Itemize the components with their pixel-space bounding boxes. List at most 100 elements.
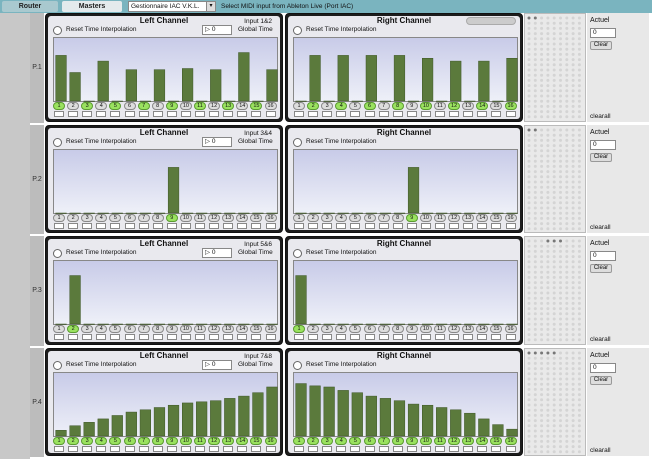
matrix-dot[interactable]: [571, 361, 575, 365]
multislider-plot[interactable]: [53, 371, 278, 437]
matrix-dot[interactable]: [559, 143, 562, 147]
slider-bar[interactable]: [210, 69, 222, 102]
matrix-dot[interactable]: [559, 211, 562, 215]
matrix-dot[interactable]: [540, 444, 544, 448]
matrix-dot[interactable]: [577, 301, 581, 305]
matrix-dot[interactable]: [559, 291, 562, 295]
channel-toggle-7[interactable]: 7: [377, 436, 390, 445]
matrix-dot[interactable]: [540, 239, 544, 243]
matrix-dot[interactable]: [559, 128, 562, 131]
matrix-dot[interactable]: [533, 104, 537, 108]
matrix-dot[interactable]: [565, 42, 569, 46]
matrix-dot[interactable]: [540, 403, 544, 406]
channel-sub-toggle[interactable]: [110, 334, 121, 340]
channel-toggle-5[interactable]: 5: [349, 436, 362, 445]
channel-toggle-12[interactable]: 12: [448, 436, 461, 445]
matrix-dot[interactable]: [565, 52, 569, 56]
matrix-dot[interactable]: [577, 449, 581, 453]
matrix-dot[interactable]: [546, 169, 550, 173]
matrix-dot[interactable]: [565, 110, 569, 114]
matrix-dot[interactable]: [540, 333, 544, 337]
channel-sub-toggle[interactable]: [336, 111, 347, 117]
slider-bar[interactable]: [337, 55, 349, 102]
matrix-dot[interactable]: [533, 58, 537, 62]
matrix-dot[interactable]: [533, 195, 537, 199]
matrix-dot[interactable]: [527, 216, 531, 220]
matrix-dot[interactable]: [571, 439, 575, 443]
matrix-dot[interactable]: [565, 418, 569, 422]
matrix-dot[interactable]: [577, 26, 581, 30]
channel-sub-toggle[interactable]: [54, 445, 64, 452]
channel-toggle-15[interactable]: 15: [250, 325, 263, 333]
channel-toggle-8[interactable]: 8: [151, 102, 164, 110]
matrix-dot[interactable]: [552, 169, 556, 173]
matrix-dot[interactable]: [577, 392, 581, 396]
matrix-dot[interactable]: [577, 37, 581, 41]
matrix-dot[interactable]: [559, 392, 562, 396]
matrix-dot[interactable]: [540, 200, 544, 204]
matrix-dot[interactable]: [565, 377, 569, 380]
channel-sub-toggle[interactable]: [265, 111, 276, 117]
matrix-dot[interactable]: [552, 296, 556, 300]
matrix-dot[interactable]: [527, 286, 531, 290]
matrix-dot[interactable]: [571, 338, 575, 342]
slider-bar[interactable]: [210, 399, 222, 436]
matrix-dot[interactable]: [571, 115, 575, 119]
matrix-dot[interactable]: [559, 270, 562, 274]
matrix-dot[interactable]: [577, 439, 581, 443]
matrix-dot[interactable]: [552, 265, 556, 269]
matrix-dot[interactable]: [546, 154, 550, 157]
channel-toggle-7[interactable]: 7: [137, 213, 150, 222]
matrix-dot[interactable]: [571, 84, 575, 88]
matrix-dot[interactable]: [540, 16, 544, 20]
channel-toggle-1[interactable]: 1: [293, 102, 305, 110]
reset-interp-radio[interactable]: [53, 26, 62, 35]
matrix-dot[interactable]: [533, 42, 537, 46]
matrix-dot[interactable]: [533, 244, 537, 248]
matrix-dot[interactable]: [571, 110, 575, 114]
channel-toggle-3[interactable]: 3: [321, 436, 334, 445]
matrix-dot[interactable]: [565, 270, 569, 274]
matrix-dot[interactable]: [571, 322, 575, 326]
midi-input-select[interactable]: Gestionnaire IAC V.K.L. ▾: [128, 1, 216, 12]
matrix-dot[interactable]: [527, 361, 531, 365]
channel-sub-toggle[interactable]: [350, 222, 361, 229]
channel-sub-toggle[interactable]: [336, 334, 347, 340]
matrix-dot[interactable]: [571, 73, 575, 77]
channel-sub-toggle[interactable]: [110, 111, 121, 117]
matrix-dot[interactable]: [533, 338, 537, 342]
matrix-dot[interactable]: [552, 397, 556, 401]
matrix-dot[interactable]: [546, 148, 550, 152]
matrix-dot[interactable]: [533, 226, 537, 230]
matrix-dot[interactable]: [533, 68, 537, 72]
matrix-dot[interactable]: [533, 216, 537, 220]
matrix-dot[interactable]: [577, 312, 581, 316]
matrix-dot[interactable]: [546, 338, 550, 342]
matrix-dot[interactable]: [577, 190, 581, 194]
matrix-dot[interactable]: [540, 265, 544, 269]
chevron-down-icon[interactable]: ▾: [206, 2, 215, 11]
matrix-dot[interactable]: [540, 317, 544, 321]
channel-toggle-12[interactable]: 12: [448, 102, 461, 110]
matrix-dot[interactable]: [559, 260, 562, 264]
channel-sub-toggle[interactable]: [505, 445, 516, 452]
channel-sub-toggle[interactable]: [420, 111, 431, 117]
matrix-dot[interactable]: [565, 312, 569, 316]
channel-toggle-7[interactable]: 7: [137, 325, 150, 333]
matrix-dot[interactable]: [577, 307, 581, 311]
channel-toggle-8[interactable]: 8: [391, 436, 404, 445]
channel-sub-toggle[interactable]: [54, 334, 64, 340]
actuel-input[interactable]: 0: [590, 362, 616, 373]
matrix-dot[interactable]: [552, 449, 556, 453]
matrix-dot[interactable]: [571, 143, 575, 147]
matrix-dot[interactable]: [540, 32, 544, 36]
matrix-dot[interactable]: [559, 180, 562, 183]
channel-toggle-2[interactable]: 2: [67, 102, 80, 110]
channel-toggle-1[interactable]: 1: [293, 213, 305, 222]
channel-sub-toggle[interactable]: [406, 222, 417, 229]
matrix-dot[interactable]: [546, 128, 550, 131]
matrix-dot[interactable]: [540, 133, 544, 137]
slider-bar[interactable]: [422, 58, 434, 102]
matrix-dot[interactable]: [559, 307, 562, 311]
matrix-dot[interactable]: [552, 327, 556, 331]
